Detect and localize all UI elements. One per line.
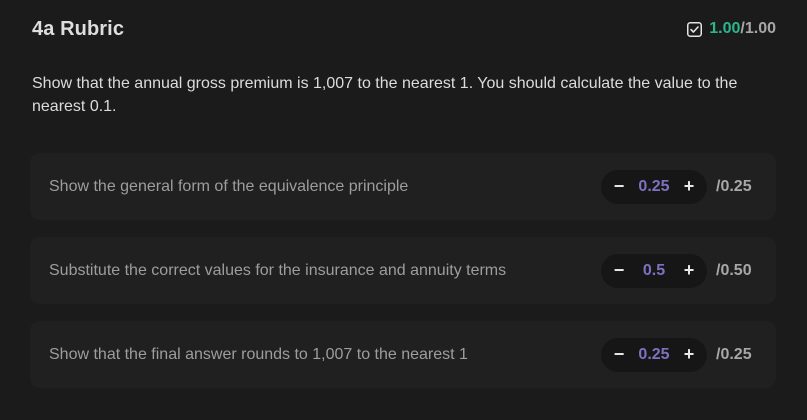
criteria-list: Show the general form of the equivalence… — [30, 153, 776, 405]
increment-button[interactable]: + — [677, 259, 701, 283]
score-stepper: − 0.5 + — [601, 253, 707, 288]
criterion-score-control: − 0.25 + /0.25 — [601, 169, 758, 204]
score-value: 0.25 — [638, 177, 670, 195]
max-score: /0.50 — [716, 261, 752, 279]
decrement-button[interactable]: − — [607, 175, 631, 199]
total-score-max: /1.00 — [740, 20, 776, 37]
rubric-header: 4a Rubric 1.00 /1.00 — [32, 14, 776, 44]
total-score-earned: 1.00 — [709, 20, 741, 37]
total-score: 1.00 /1.00 — [687, 20, 776, 38]
criterion-label: Substitute the correct values for the in… — [49, 261, 507, 279]
score-value: 0.25 — [638, 345, 670, 363]
increment-button[interactable]: + — [677, 343, 701, 367]
criterion-score-control: − 0.5 + /0.50 — [601, 253, 758, 288]
criterion-row: Show that the final answer rounds to 1,0… — [30, 321, 776, 388]
rubric-title: 4a Rubric — [32, 17, 125, 40]
score-stepper: − 0.25 + — [601, 169, 707, 204]
rubric-panel: 4a Rubric 1.00 /1.00 Show that the annua… — [0, 0, 807, 420]
checkbox-checked-icon — [687, 21, 703, 37]
criterion-score-control: − 0.25 + /0.25 — [601, 337, 758, 372]
criterion-row: Substitute the correct values for the in… — [30, 237, 776, 304]
question-text: Show that the annual gross premium is 1,… — [32, 75, 738, 115]
criterion-label: Show the general form of the equivalence… — [49, 177, 409, 195]
max-score: /0.25 — [716, 345, 752, 363]
criterion-label: Show that the final answer rounds to 1,0… — [49, 345, 468, 363]
decrement-button[interactable]: − — [607, 343, 631, 367]
increment-button[interactable]: + — [677, 175, 701, 199]
max-score: /0.25 — [716, 177, 752, 195]
decrement-button[interactable]: − — [607, 259, 631, 283]
score-stepper: − 0.25 + — [601, 337, 707, 372]
criterion-row: Show the general form of the equivalence… — [30, 153, 776, 220]
score-value: 0.5 — [642, 261, 666, 279]
